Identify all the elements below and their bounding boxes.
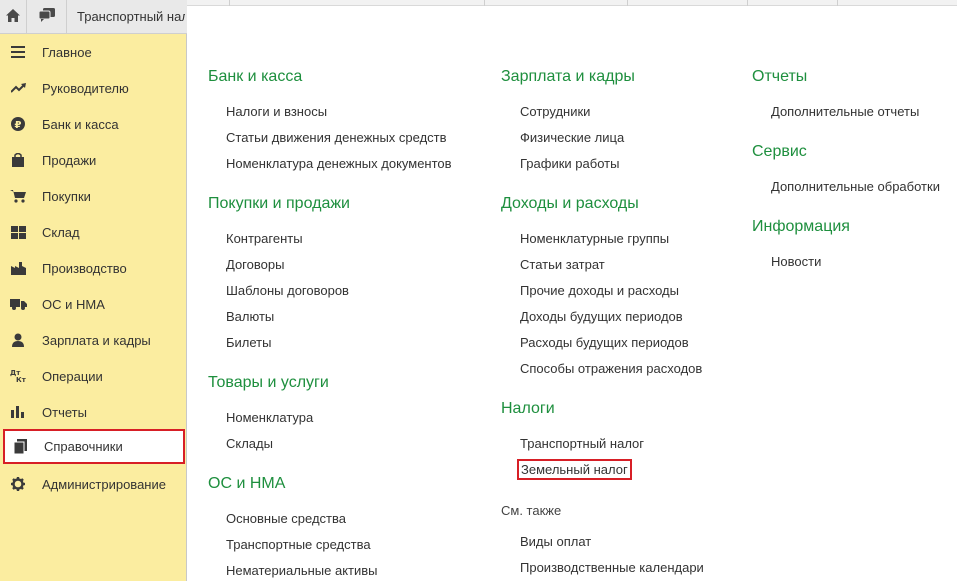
sidebar-item-label: Банк и касса: [42, 116, 119, 132]
link-contract-templates[interactable]: Шаблоны договоров: [226, 283, 349, 298]
bar-chart-icon: [0, 394, 36, 430]
section-title-salary: Зарплата и кадры: [501, 68, 635, 85]
link-deferred-income[interactable]: Доходы будущих периодов: [520, 309, 683, 324]
person-icon: [0, 322, 36, 358]
link-contracts[interactable]: Договоры: [226, 257, 284, 272]
sidebar-item-manager[interactable]: Руководителю: [0, 70, 186, 106]
sidebar-item-production[interactable]: Производство: [0, 250, 186, 286]
link-currencies[interactable]: Валюты: [226, 309, 274, 324]
sidebar-item-main[interactable]: Главное: [0, 34, 186, 70]
link-individuals[interactable]: Физические лица: [520, 130, 624, 145]
section-title-income-expenses: Доходы и расходы: [501, 195, 639, 212]
section-title-information: Информация: [752, 218, 850, 235]
sidebar-item-label: Зарплата и кадры: [42, 332, 151, 348]
sidebar-item-references[interactable]: Справочники: [3, 429, 185, 464]
link-expense-reflection-methods[interactable]: Способы отражения расходов: [520, 361, 702, 376]
section-title-bank: Банк и касса: [208, 68, 303, 85]
link-nomenclature-groups[interactable]: Номенклатурные группы: [520, 231, 669, 246]
link-other-income-expenses[interactable]: Прочие доходы и расходы: [520, 283, 679, 298]
sidebar-item-reports[interactable]: Отчеты: [0, 394, 186, 430]
svg-text:Кт: Кт: [16, 376, 26, 383]
sidebar-item-label: Операции: [42, 368, 103, 384]
sidebar-item-purchases[interactable]: Покупки: [0, 178, 186, 214]
link-work-schedules[interactable]: Графики работы: [520, 156, 619, 171]
svg-text:₽: ₽: [15, 120, 22, 131]
section-title-taxes: Налоги: [501, 400, 555, 417]
references-panel: Банк и касса Налоги и взносы Статьи движ…: [188, 7, 957, 581]
menu-lines-icon: [0, 34, 36, 70]
sidebar-item-label: ОС и НМА: [42, 296, 105, 312]
link-taxes-and-contributions[interactable]: Налоги и взносы: [226, 104, 327, 119]
open-tab-title[interactable]: Транспортный налог: [67, 0, 185, 33]
sidebar-item-label: Покупки: [42, 188, 91, 204]
home-icon: [6, 8, 20, 25]
sidebar-item-assets[interactable]: ОС и НМА: [0, 286, 186, 322]
top-bar: Транспортный налог: [0, 0, 187, 34]
sidebar: Главное Руководителю ₽ Банк и касса Прод…: [0, 34, 187, 581]
link-transport-tax[interactable]: Транспортный налог: [520, 436, 644, 451]
section-title-service: Сервис: [752, 143, 807, 160]
sidebar-item-label: Руководителю: [42, 80, 129, 96]
link-additional-processing[interactable]: Дополнительные обработки: [771, 179, 940, 194]
section-title-goods: Товары и услуги: [208, 374, 329, 391]
sidebar-item-bank[interactable]: ₽ Банк и касса: [0, 106, 186, 142]
link-warehouses[interactable]: Склады: [226, 436, 273, 451]
trend-up-icon: [0, 70, 36, 106]
link-employees[interactable]: Сотрудники: [520, 104, 590, 119]
discussions-button[interactable]: [27, 0, 67, 33]
link-vehicles[interactable]: Транспортные средства: [226, 537, 371, 552]
link-fixed-assets[interactable]: Основные средства: [226, 511, 346, 526]
link-tickets[interactable]: Билеты: [226, 335, 271, 350]
sidebar-item-administration[interactable]: Администрирование: [0, 466, 186, 502]
sidebar-item-label: Справочники: [44, 439, 123, 454]
link-counterparties[interactable]: Контрагенты: [226, 231, 303, 246]
sidebar-item-operations[interactable]: Дт Кт Операции: [0, 358, 186, 394]
gear-icon: [0, 466, 36, 502]
cart-icon: [0, 178, 36, 214]
dt-kt-icon: Дт Кт: [0, 358, 36, 394]
link-additional-reports[interactable]: Дополнительные отчеты: [771, 104, 919, 119]
section-title-trade: Покупки и продажи: [208, 195, 350, 212]
link-cash-flow-items[interactable]: Статьи движения денежных средств: [226, 130, 447, 145]
sidebar-item-label: Отчеты: [42, 404, 87, 420]
sidebar-item-sales[interactable]: Продажи: [0, 142, 186, 178]
link-production-calendars[interactable]: Производственные календари: [520, 560, 704, 575]
sidebar-item-warehouse[interactable]: Склад: [0, 214, 186, 250]
section-title-reports: Отчеты: [752, 68, 808, 85]
link-land-tax[interactable]: Земельный налог: [517, 459, 632, 480]
link-news[interactable]: Новости: [771, 254, 821, 269]
link-deferred-expenses[interactable]: Расходы будущих периодов: [520, 335, 689, 350]
sidebar-item-label: Продажи: [42, 152, 97, 168]
ruble-icon: ₽: [0, 106, 36, 142]
link-intangible-assets[interactable]: Нематериальные активы: [226, 563, 378, 578]
section-title-see-also: См. также: [501, 503, 562, 518]
books-icon: [2, 429, 38, 465]
sidebar-item-label: Производство: [42, 260, 127, 276]
link-payment-types[interactable]: Виды оплат: [520, 534, 591, 549]
sidebar-item-label: Администрирование: [42, 476, 166, 492]
sidebar-item-salary[interactable]: Зарплата и кадры: [0, 322, 186, 358]
home-button[interactable]: [0, 0, 27, 33]
sidebar-item-label: Главное: [42, 44, 92, 60]
link-cost-items[interactable]: Статьи затрат: [520, 257, 605, 272]
factory-icon: [0, 250, 36, 286]
link-nomenclature[interactable]: Номенклатура: [226, 410, 313, 425]
top-strip: [187, 0, 957, 6]
shopping-bag-icon: [0, 142, 36, 178]
section-title-assets: ОС и НМА: [208, 475, 286, 492]
warehouse-grid-icon: [0, 214, 36, 250]
chat-icon: [38, 8, 55, 25]
link-cash-documents-nomenclature[interactable]: Номенклатура денежных документов: [226, 156, 452, 171]
truck-icon: [0, 286, 36, 322]
sidebar-item-label: Склад: [42, 224, 80, 240]
